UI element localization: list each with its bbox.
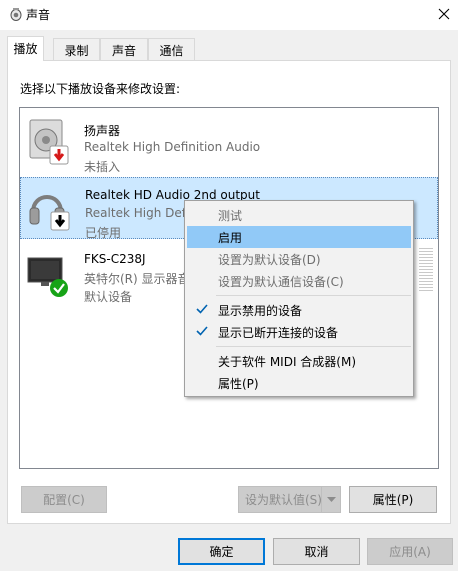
device-item-speakers[interactable]: 扬声器 Realtek High Definition Audio 未插入 <box>20 112 438 174</box>
device-driver: Realtek High Definition Audio <box>84 140 261 154</box>
headphones-icon <box>29 195 70 231</box>
menu-item-about-midi[interactable]: 关于软件 MIDI 合成器(M) <box>187 350 411 372</box>
menu-item-show-disconnected[interactable]: 显示已断开连接的设备 <box>187 321 411 343</box>
close-icon <box>438 8 450 20</box>
disabled-badge-icon <box>50 211 70 231</box>
menu-item-set-default-comm-device[interactable]: 设置为默认通信设备(C) <box>187 270 411 292</box>
set-default-split-button[interactable]: 设为默认值(S) <box>238 486 341 513</box>
menu-item-properties[interactable]: 属性(P) <box>187 372 411 394</box>
device-name: 扬声器 <box>84 124 121 138</box>
menu-item-set-default-device[interactable]: 设置为默认设备(D) <box>187 248 411 270</box>
instruction-text: 选择以下播放设备来修改设置: <box>20 82 181 96</box>
apply-button[interactable]: 应用(A) <box>367 538 453 565</box>
checkmark-icon <box>196 326 208 336</box>
speaker-app-icon <box>10 8 22 21</box>
device-status: 已停用 <box>85 226 122 240</box>
menu-item-enable[interactable]: 启用 <box>187 226 411 248</box>
unplugged-badge-icon <box>49 145 69 165</box>
ok-button[interactable]: 确定 <box>178 538 265 565</box>
menu-separator <box>216 295 411 296</box>
tab-sounds[interactable]: 声音 <box>100 38 148 60</box>
configure-button[interactable]: 配置(C) <box>21 486 107 513</box>
close-button[interactable] <box>430 1 458 27</box>
cancel-button[interactable]: 取消 <box>273 538 360 565</box>
tab-recording[interactable]: 录制 <box>53 38 100 60</box>
default-check-badge-icon <box>50 279 68 297</box>
menu-separator <box>216 346 411 347</box>
tab-playback[interactable]: 播放 <box>7 36 44 61</box>
speaker-icon <box>29 119 69 165</box>
chevron-down-icon <box>326 496 336 502</box>
title-bar: 声音 <box>0 0 458 30</box>
device-name: FKS-C238J <box>84 252 146 266</box>
window-title: 声音 <box>26 8 51 22</box>
menu-item-label: 显示禁用的设备 <box>218 304 303 318</box>
menu-item-label: 显示已断开连接的设备 <box>218 326 339 340</box>
context-menu: 测试 启用 设置为默认设备(D) 设置为默认通信设备(C) 显示禁用的设备 显示… <box>184 200 414 397</box>
volume-level-meter <box>419 248 433 292</box>
properties-button[interactable]: 属性(P) <box>349 486 437 513</box>
tab-communications[interactable]: 通信 <box>148 38 195 60</box>
device-status: 未插入 <box>84 160 121 174</box>
set-default-label: 设为默认值(S) <box>245 493 322 507</box>
menu-item-test[interactable]: 测试 <box>187 204 411 226</box>
monitor-icon <box>27 257 68 297</box>
checkmark-icon <box>196 304 208 314</box>
menu-item-show-disabled[interactable]: 显示禁用的设备 <box>187 299 411 321</box>
device-status: 默认设备 <box>84 290 133 304</box>
set-default-dropdown[interactable] <box>321 487 340 512</box>
